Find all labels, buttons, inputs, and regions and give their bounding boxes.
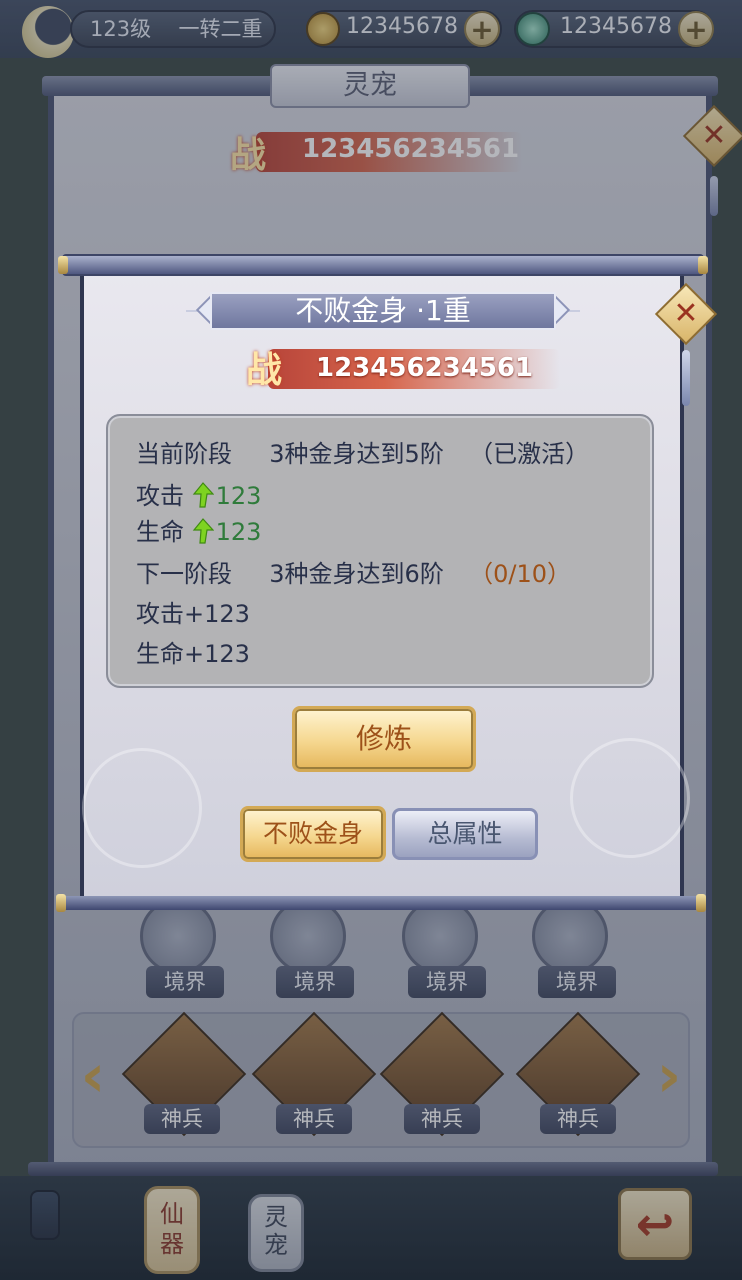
tab-golden-body[interactable]: 不败金身 [240,806,386,862]
current-attack-row: 攻击 123 [136,476,261,511]
current-stage-label: 当前阶段 [136,440,232,468]
next-stage-requirement: 3种金身达到6阶 [269,560,444,588]
current-stage-row: 当前阶段 3种金身达到5阶 （已激活） [136,434,589,469]
tab-total-attributes[interactable]: 总属性 [392,808,538,860]
current-attack-value: 123 [215,482,262,510]
tab-golden-body-label: 不败金身 [262,819,363,848]
dialog-top-rail [62,254,704,276]
battle-glyph: 战 [246,350,283,391]
power-banner: 战 123456234561 [240,337,574,397]
current-hp-row: 生命 123 [136,512,261,547]
stage-info-panel: 当前阶段 3种金身达到5阶 （已激活） 攻击 123 生命 123 下一阶段 3… [106,414,654,688]
rail-knob-right-bottom [696,894,706,912]
current-attack-label: 攻击 [136,482,184,510]
up-arrow-icon [192,518,214,544]
next-stage-row: 下一阶段 3种金身达到6阶 （0/10） [136,554,571,589]
cloud-decoration [82,748,202,868]
current-hp-value: 123 [215,518,262,546]
close-icon: ✕ [673,296,699,331]
rail-knob-right [698,256,708,274]
next-attack-bonus: 攻击+123 [136,600,250,628]
dialog-bottom-rail [60,896,700,910]
current-stage-requirement: 3种金身达到5阶 [269,440,444,468]
rail-knob-left-bottom [56,894,66,912]
current-hp-label: 生命 [136,518,184,546]
tab-total-attributes-label: 总属性 [427,819,503,848]
tassel-ornament [682,350,690,406]
cloud-decoration [570,738,690,858]
next-stage-progress: （0/10） [469,560,572,588]
up-arrow-icon [192,482,214,508]
cultivate-button-label: 修炼 [355,723,412,754]
dialog-title-bar: 不败金身 ·1重 [186,290,580,332]
rail-knob-left [58,256,68,274]
cultivate-button[interactable]: 修炼 [292,706,476,772]
next-hp-bonus: 生命+123 [136,640,250,668]
current-stage-status: （已激活） [469,440,590,468]
dialog-title: 不败金身 ·1重 [295,294,471,327]
next-stage-label: 下一阶段 [136,560,232,588]
power-value: 123456234561 [316,353,534,383]
